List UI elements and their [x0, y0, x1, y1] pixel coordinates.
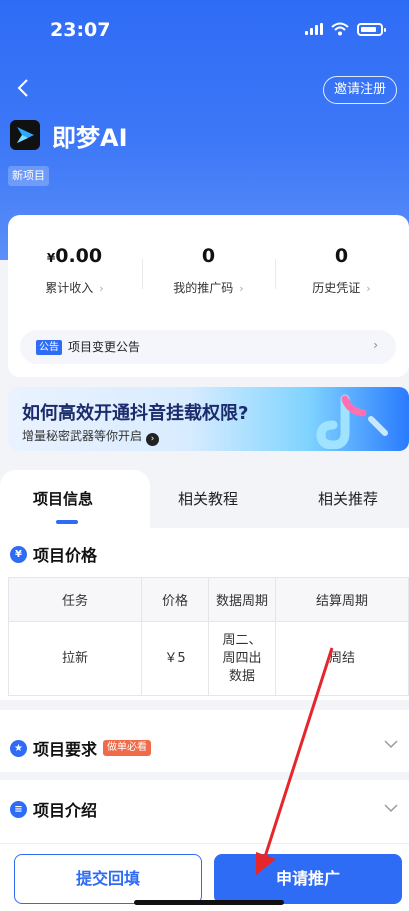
section-intro-title: ≡ 项目介绍 [10, 797, 97, 821]
chevron-right-icon: › [239, 282, 244, 295]
chevron-down-icon[interactable] [383, 800, 399, 816]
announcement-bar[interactable]: 公告 项目变更公告 › [20, 330, 396, 364]
column-header: 任务 [8, 577, 142, 622]
announcement-badge: 公告 [36, 340, 62, 355]
banner-title: 如何高效开通抖音挂载权限? [22, 403, 249, 424]
back-chevron-icon[interactable] [12, 76, 36, 100]
section-title-text: 项目要求 [33, 740, 98, 759]
banner-subtitle-text: 增量秘密武器等你开启 [22, 429, 143, 443]
table-header-row: 任务 价格 数据周期 结算周期 [8, 577, 409, 622]
data-cycle-line: 周二、 [222, 632, 262, 648]
price-cell: ￥5 [141, 621, 209, 696]
status-bar: 23:07 [0, 0, 409, 60]
tab-project-info[interactable]: 项目信息 [33, 488, 93, 509]
promo-banner[interactable]: 如何高效开通抖音挂载权限? 增量秘密武器等你开启 › [8, 387, 409, 451]
chevron-right-icon: › [373, 338, 378, 352]
section-gap [0, 700, 409, 710]
chevron-down-icon[interactable] [383, 736, 399, 752]
chevron-right-icon: › [99, 282, 104, 295]
stat-label: 累计收入 [45, 281, 94, 295]
stat-value: 0 [334, 245, 349, 267]
table-row: 拉新 ￥5 周二、 周四出 数据 周结 [8, 621, 409, 696]
apply-promotion-button[interactable]: 申请推广 [214, 854, 402, 904]
task-cell: 拉新 [8, 621, 142, 696]
section-requirements-title: ★ 项目要求 做单必看 [10, 736, 152, 760]
status-icons [305, 22, 386, 36]
column-header: 结算周期 [275, 577, 409, 622]
must-read-badge: 做单必看 [103, 740, 152, 756]
section-requirements[interactable]: ★ 项目要求 做单必看 [0, 716, 409, 772]
stat-total-income[interactable]: ¥0.00 累计收入 › [8, 245, 141, 296]
tab-related-tutorials[interactable]: 相关教程 [178, 488, 238, 509]
arrow-circle-icon: › [146, 433, 160, 446]
settle-cycle-cell: 周结 [275, 621, 409, 696]
doc-icon: ≡ [10, 800, 27, 818]
announcement-text: 项目变更公告 [68, 340, 141, 354]
stats-card: ¥0.00 累计收入 › 0 我的推广码 › 0 历史凭证 › 公告 项目变更公告 › [8, 215, 409, 377]
stat-value: 0.00 [55, 245, 103, 267]
column-header: 数据周期 [208, 577, 276, 622]
app-logo-icon [10, 120, 40, 150]
section-intro[interactable]: ≡ 项目介绍 [0, 780, 409, 836]
stat-history-voucher[interactable]: 0 历史凭证 › [275, 245, 408, 296]
stat-value: 0 [201, 245, 216, 267]
douyin-logo-icon [316, 394, 388, 449]
invite-register-button[interactable]: 邀请注册 [322, 76, 397, 104]
banner-subtitle: 增量秘密武器等你开启 › [22, 427, 160, 446]
column-header: 价格 [141, 577, 209, 622]
app-title: 即梦AI [52, 124, 128, 152]
currency-symbol: ¥ [46, 251, 56, 265]
stat-label: 历史凭证 [312, 281, 361, 295]
section-title-text: 项目介绍 [33, 801, 98, 820]
active-tab-indicator [56, 520, 78, 524]
price-table: 任务 价格 数据周期 结算周期 拉新 ￥5 周二、 周四出 数据 周结 [8, 577, 409, 696]
section-price-title: ¥ 项目价格 [10, 542, 97, 566]
status-time: 23:07 [50, 19, 111, 41]
tab-related-recommendations[interactable]: 相关推荐 [318, 488, 378, 509]
battery-icon [357, 22, 386, 36]
submit-backfill-button[interactable]: 提交回填 [14, 854, 202, 904]
home-indicator [134, 900, 284, 905]
chevron-right-icon: › [366, 282, 371, 295]
stat-my-promo-code[interactable]: 0 我的推广码 › [142, 245, 275, 296]
wifi-icon [331, 22, 349, 36]
section-title-text: 项目价格 [33, 546, 98, 565]
star-icon: ★ [10, 739, 27, 757]
cellular-signal-icon [305, 23, 323, 35]
data-cycle-cell: 周二、 周四出 数据 [208, 621, 276, 696]
data-cycle-line: 数据 [228, 668, 255, 684]
new-project-tag: 新项目 [8, 166, 49, 186]
yen-icon: ¥ [10, 545, 27, 563]
stat-label: 我的推广码 [173, 281, 234, 295]
data-cycle-line: 周四出 [222, 650, 262, 666]
tab-bar: 项目信息 相关教程 相关推荐 [0, 470, 409, 528]
